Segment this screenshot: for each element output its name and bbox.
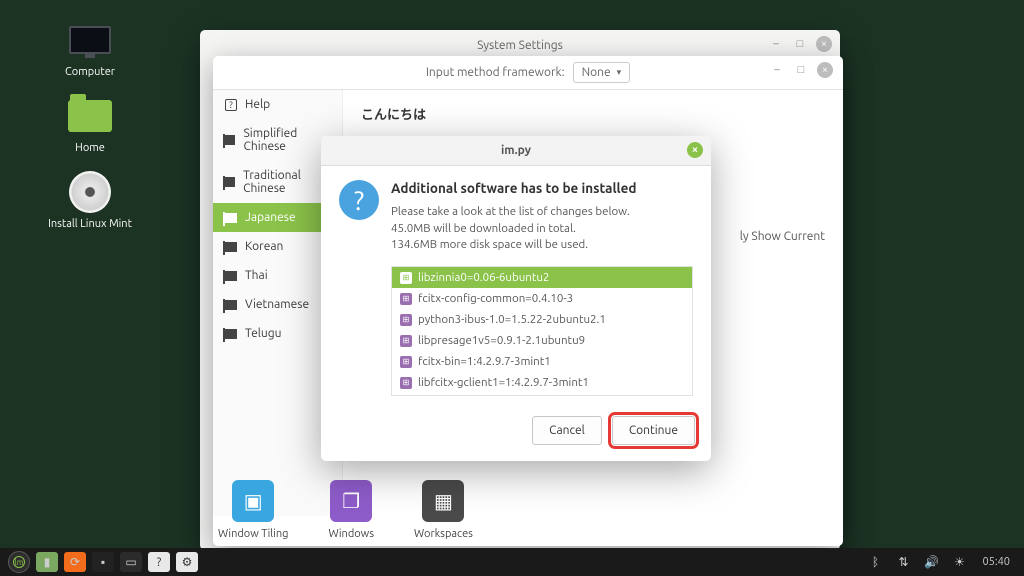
package-row[interactable]: ⊞fcitx-bin=1:4.2.9.7-3mint1: [392, 351, 692, 372]
network-icon[interactable]: ⇅: [892, 552, 914, 572]
flag-icon: [225, 329, 237, 339]
terminal-icon[interactable]: ▪: [92, 552, 114, 572]
dialog-actions: Cancel Continue: [321, 406, 711, 461]
dialog-title: im.py: [501, 144, 531, 157]
desktop-icon-label: Computer: [30, 66, 150, 78]
disc-icon: [69, 171, 111, 213]
dialog-line1: Please take a look at the list of change…: [391, 205, 630, 218]
monitor-icon: [69, 26, 111, 54]
greeting-heading: こんにちは: [361, 108, 426, 122]
taskbar[interactable]: lm ▮ ⟳ ▪ ▭ ? ⚙ ᛒ ⇅ 🔊 ☀ 05:40: [0, 548, 1024, 576]
close-icon[interactable]: ×: [816, 36, 832, 52]
flag-icon: [225, 242, 237, 252]
package-row[interactable]: ⊞libpresage1v5=0.9.1-2.1ubuntu9: [392, 330, 692, 351]
package-row[interactable]: ⊞fcitx-config-common=0.4.10-3: [392, 288, 692, 309]
minimize-icon[interactable]: –: [768, 36, 784, 52]
flag-icon: [225, 300, 237, 310]
category-workspaces[interactable]: ▦Workspaces: [414, 480, 473, 540]
package-icon: ⊞: [400, 335, 412, 347]
folder-icon: [68, 100, 112, 132]
bluetooth-icon[interactable]: ᛒ: [864, 552, 886, 572]
dialog-line2: 45.0MB will be downloaded in total.: [391, 222, 576, 235]
desktop-icon-label: Home: [30, 142, 150, 154]
dialog-heading: Additional software has to be installed: [391, 180, 637, 196]
settings-title: System Settings: [477, 39, 563, 52]
package-icon: ⊞: [400, 314, 412, 326]
package-icon: ⊞: [400, 272, 412, 284]
close-icon[interactable]: ×: [817, 62, 833, 78]
question-icon: ?: [339, 180, 379, 220]
package-list[interactable]: ⊞libzinnia0=0.06-6ubuntu2 ⊞fcitx-config-…: [391, 266, 693, 396]
install-dialog: im.py × ? Additional software has to be …: [321, 136, 711, 461]
desktop-icons: Computer Home Install Linux Mint: [0, 20, 180, 248]
desktop-icon-label: Install Linux Mint: [30, 218, 150, 230]
task-settings-icon[interactable]: ⚙: [176, 552, 198, 572]
desktop-icon-install[interactable]: Install Linux Mint: [30, 172, 150, 230]
package-row[interactable]: ⊞fcitx-data=1:4.2.9.7-3mint1: [392, 393, 692, 396]
package-icon: ⊞: [400, 377, 412, 389]
task-files-icon[interactable]: ▭: [120, 552, 142, 572]
close-icon[interactable]: ×: [687, 142, 703, 158]
dialog-line3: 134.6MB more disk space will be used.: [391, 238, 588, 251]
brightness-icon[interactable]: ☀: [948, 552, 970, 572]
flag-icon: [225, 213, 237, 223]
updates-icon[interactable]: ⟳: [64, 552, 86, 572]
im-framework-combo[interactable]: None: [573, 62, 631, 83]
tiling-icon: ▣: [232, 480, 274, 522]
desktop-icon-computer[interactable]: Computer: [30, 20, 150, 78]
im-toolbar: Input method framework: None – □ ×: [213, 56, 843, 90]
show-current-text: ly Show Current: [740, 230, 825, 243]
category-windows[interactable]: ❐Windows: [328, 480, 374, 540]
windows-icon: ❐: [330, 480, 372, 522]
task-impy-icon[interactable]: ?: [148, 552, 170, 572]
menu-button[interactable]: lm: [8, 551, 30, 573]
volume-icon[interactable]: 🔊: [920, 552, 942, 572]
package-icon: ⊞: [400, 293, 412, 305]
workspaces-icon: ▦: [422, 480, 464, 522]
flag-icon: [225, 271, 237, 281]
settings-categories: ▣Window Tiling ❐Windows ▦Workspaces: [218, 480, 473, 540]
files-icon[interactable]: ▮: [36, 552, 58, 572]
category-window-tiling[interactable]: ▣Window Tiling: [218, 480, 288, 540]
flag-icon: [225, 135, 235, 145]
help-icon: ?: [225, 99, 237, 111]
continue-button[interactable]: Continue: [612, 416, 695, 445]
maximize-icon[interactable]: □: [793, 62, 809, 78]
flag-icon: [225, 177, 235, 187]
package-row[interactable]: ⊞python3-ibus-1.0=1.5.22-2ubuntu2.1: [392, 309, 692, 330]
dialog-titlebar[interactable]: im.py ×: [321, 136, 711, 166]
package-row[interactable]: ⊞libzinnia0=0.06-6ubuntu2: [392, 267, 692, 288]
sidebar-item-help[interactable]: ?Help: [213, 90, 342, 119]
package-row[interactable]: ⊞libfcitx-gclient1=1:4.2.9.7-3mint1: [392, 372, 692, 393]
package-icon: ⊞: [400, 356, 412, 368]
clock[interactable]: 05:40: [976, 556, 1016, 568]
im-framework-label: Input method framework:: [426, 66, 565, 79]
desktop-icon-home[interactable]: Home: [30, 96, 150, 154]
cancel-button[interactable]: Cancel: [532, 416, 602, 445]
minimize-icon[interactable]: –: [769, 62, 785, 78]
maximize-icon[interactable]: □: [792, 36, 808, 52]
